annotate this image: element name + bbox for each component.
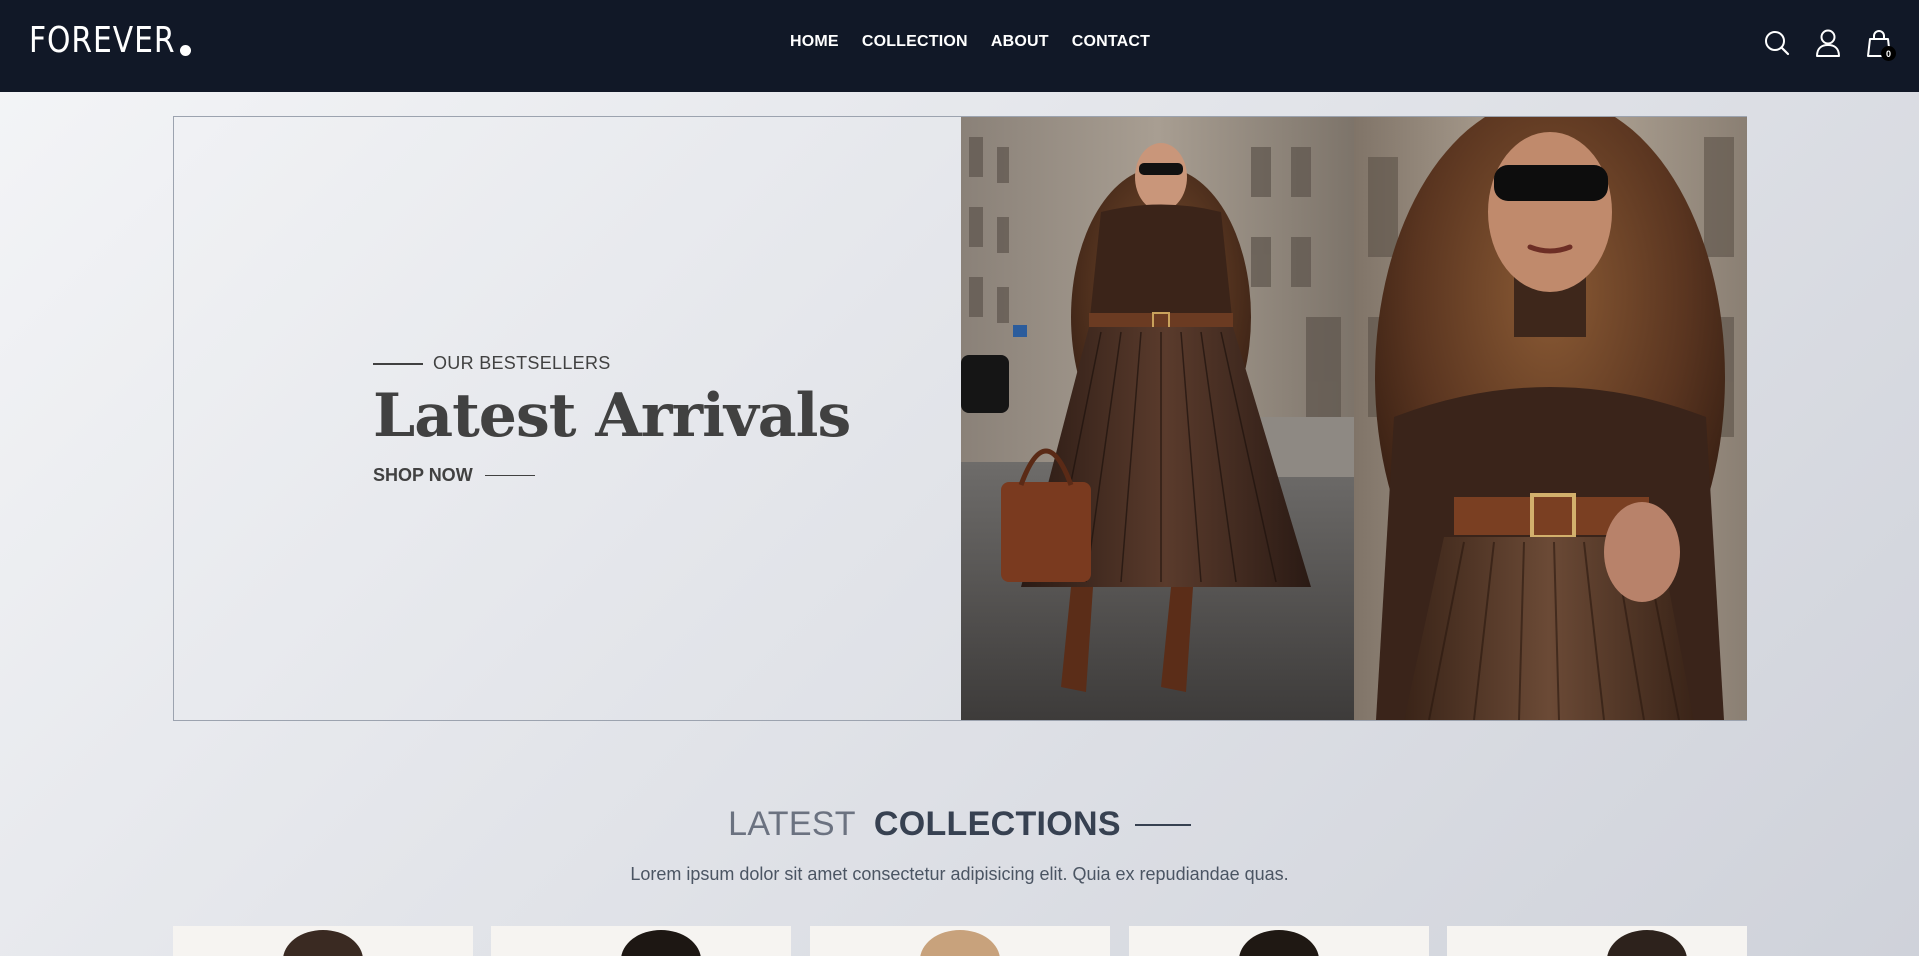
product-card[interactable] (1129, 926, 1429, 956)
latest-title-light: LATEST (728, 805, 856, 843)
nav-home[interactable]: HOME (790, 33, 839, 51)
product-image (920, 930, 1000, 956)
divider-line (1134, 823, 1191, 826)
shop-now-label: SHOP NOW (373, 465, 473, 485)
main-nav: HOME COLLECTION ABOUT CONTACT (790, 33, 1150, 51)
hero-photo-street (961, 117, 1354, 720)
product-grid (173, 926, 1747, 956)
hero-image (961, 117, 1747, 720)
hero-title: Latest Arrivals (373, 381, 851, 451)
product-card[interactable] (173, 926, 473, 956)
search-icon[interactable] (1762, 28, 1792, 58)
hero-eyebrow: OUR BESTSELLERS (373, 353, 611, 374)
divider-line (484, 475, 535, 476)
profile-icon[interactable] (1813, 28, 1843, 58)
brand-logo[interactable]: FOREVER (29, 20, 192, 62)
nav-collection[interactable]: COLLECTION (862, 33, 968, 51)
brand-logo-dot (180, 45, 192, 56)
product-image (1607, 930, 1687, 956)
latest-title-bold: COLLECTIONS (873, 805, 1121, 843)
product-card[interactable] (1447, 926, 1747, 956)
hero-photo-portrait (1354, 117, 1747, 720)
nav-about[interactable]: ABOUT (991, 33, 1049, 51)
brand-logo-text: FOREVER (29, 20, 176, 61)
shop-now-button[interactable]: SHOP NOW (373, 465, 535, 486)
product-image (621, 930, 701, 956)
product-image (283, 930, 363, 956)
product-card[interactable] (491, 926, 791, 956)
hero-eyebrow-text: OUR BESTSELLERS (433, 353, 611, 373)
divider-line (373, 362, 423, 365)
latest-collections-heading: LATEST COLLECTIONS (0, 805, 1919, 844)
nav-contact[interactable]: CONTACT (1072, 33, 1150, 51)
product-image (1239, 930, 1319, 956)
cart-count-badge: 0 (1881, 46, 1896, 61)
latest-collections-subtitle: Lorem ipsum dolor sit amet consectetur a… (630, 864, 1289, 884)
hero-banner: OUR BESTSELLERS Latest Arrivals SHOP NOW (173, 116, 1747, 721)
navbar: FOREVER HOME COLLECTION ABOUT CONTACT 0 (0, 0, 1919, 92)
product-card[interactable] (810, 926, 1110, 956)
hero-text-panel: OUR BESTSELLERS Latest Arrivals SHOP NOW (174, 117, 960, 720)
